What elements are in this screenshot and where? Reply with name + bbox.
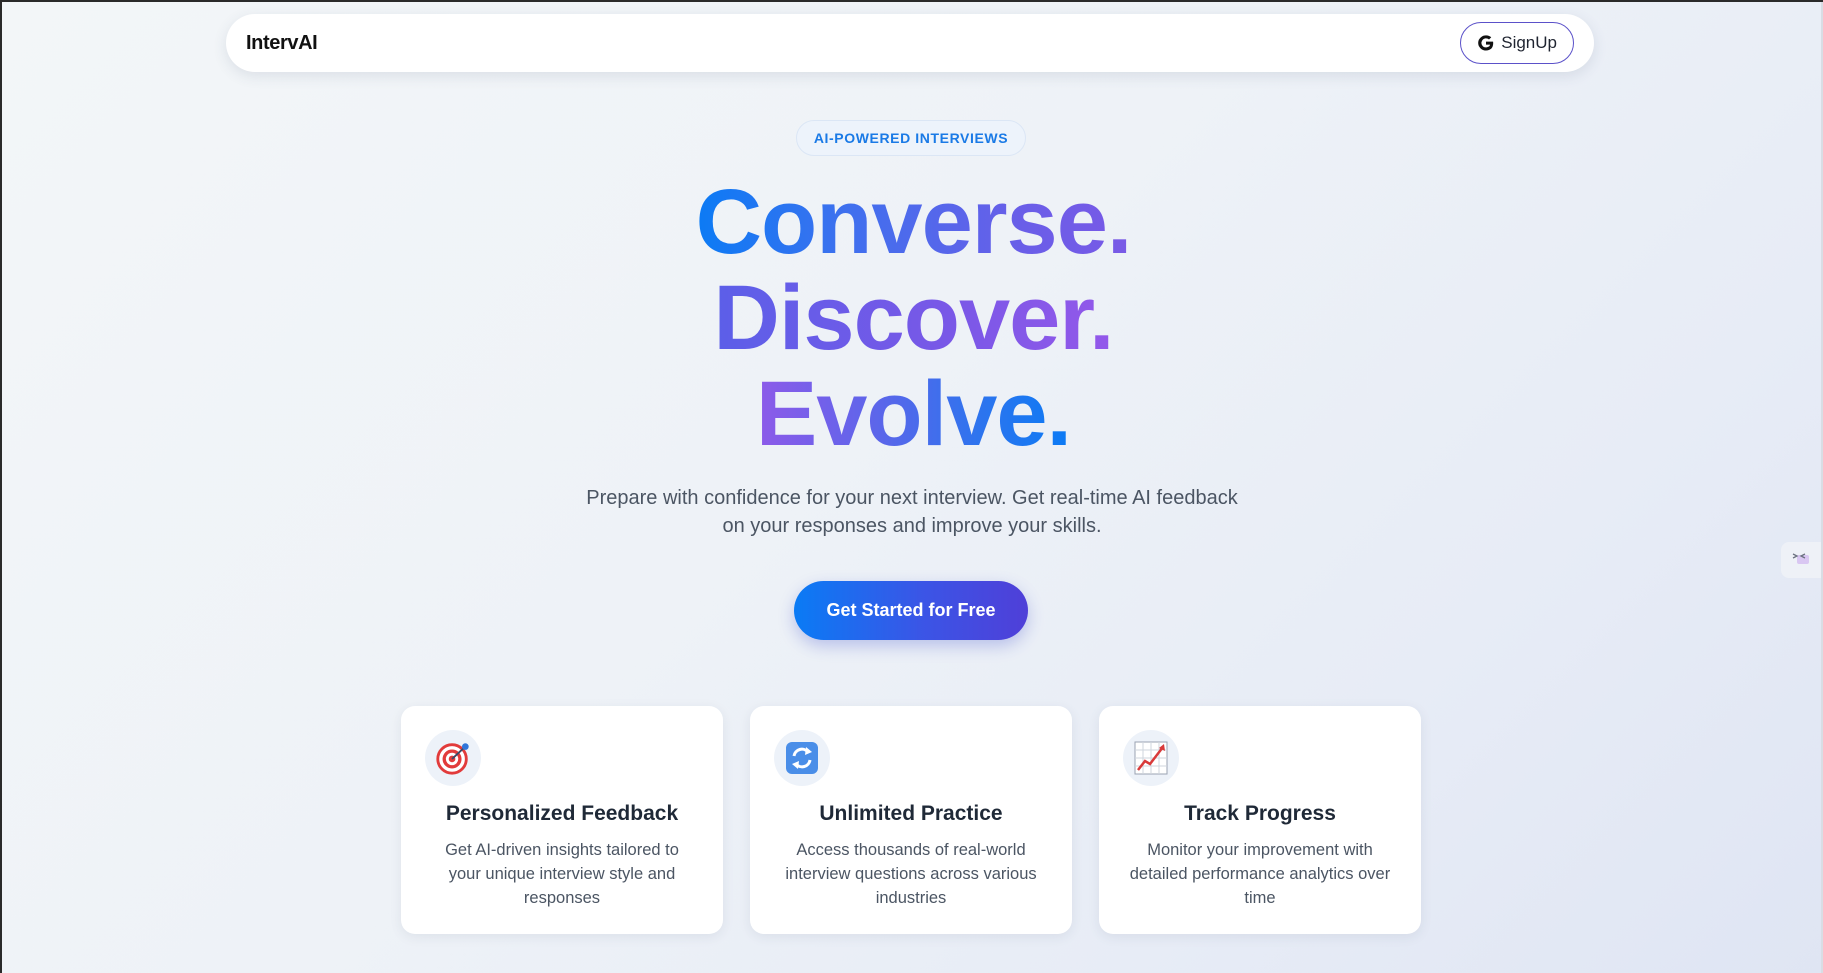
headline-word-converse: Converse. [692,174,1136,270]
signup-label: SignUp [1501,33,1557,52]
feature-card-track-progress: Track Progress Monitor your improvement … [1099,706,1421,934]
feature-description: Access thousands of real-world interview… [785,841,1037,907]
get-started-button[interactable]: Get Started for Free [794,581,1028,640]
extension-widget-icon [1791,550,1811,571]
chart-increasing-icon [1123,730,1179,786]
google-g-icon [1477,34,1495,52]
headline-line-1: Converse. [2,174,1823,270]
feature-description: Monitor your improvement with detailed p… [1129,841,1391,907]
target-icon [425,730,481,786]
hero-subtitle: Prepare with confidence for your next in… [586,487,1238,537]
feature-title: Track Progress [1184,802,1336,825]
feature-description: Get AI-driven insights tailored to your … [445,841,679,907]
headline-line-2: Discover. [2,270,1823,366]
feature-card-unlimited-practice: Unlimited Practice Access thousands of r… [750,706,1072,934]
headline-word-evolve: Evolve. [752,366,1075,462]
brand-logo[interactable]: IntervAI [246,32,318,55]
feature-title: Unlimited Practice [819,802,1003,825]
feature-card-personalized-feedback: Personalized Feedback Get AI-driven insi… [401,706,723,934]
signup-button[interactable]: SignUp [1460,22,1574,64]
top-navbar: IntervAI SignUp [226,14,1594,72]
headline-word-discover: Discover. [709,270,1117,366]
headline-line-3: Evolve. [2,366,1823,462]
hero-badge: AI-POWERED INTERVIEWS [796,120,1026,156]
feature-title: Personalized Feedback [445,802,679,825]
refresh-icon [774,730,830,786]
side-extension-widget[interactable] [1781,542,1821,578]
